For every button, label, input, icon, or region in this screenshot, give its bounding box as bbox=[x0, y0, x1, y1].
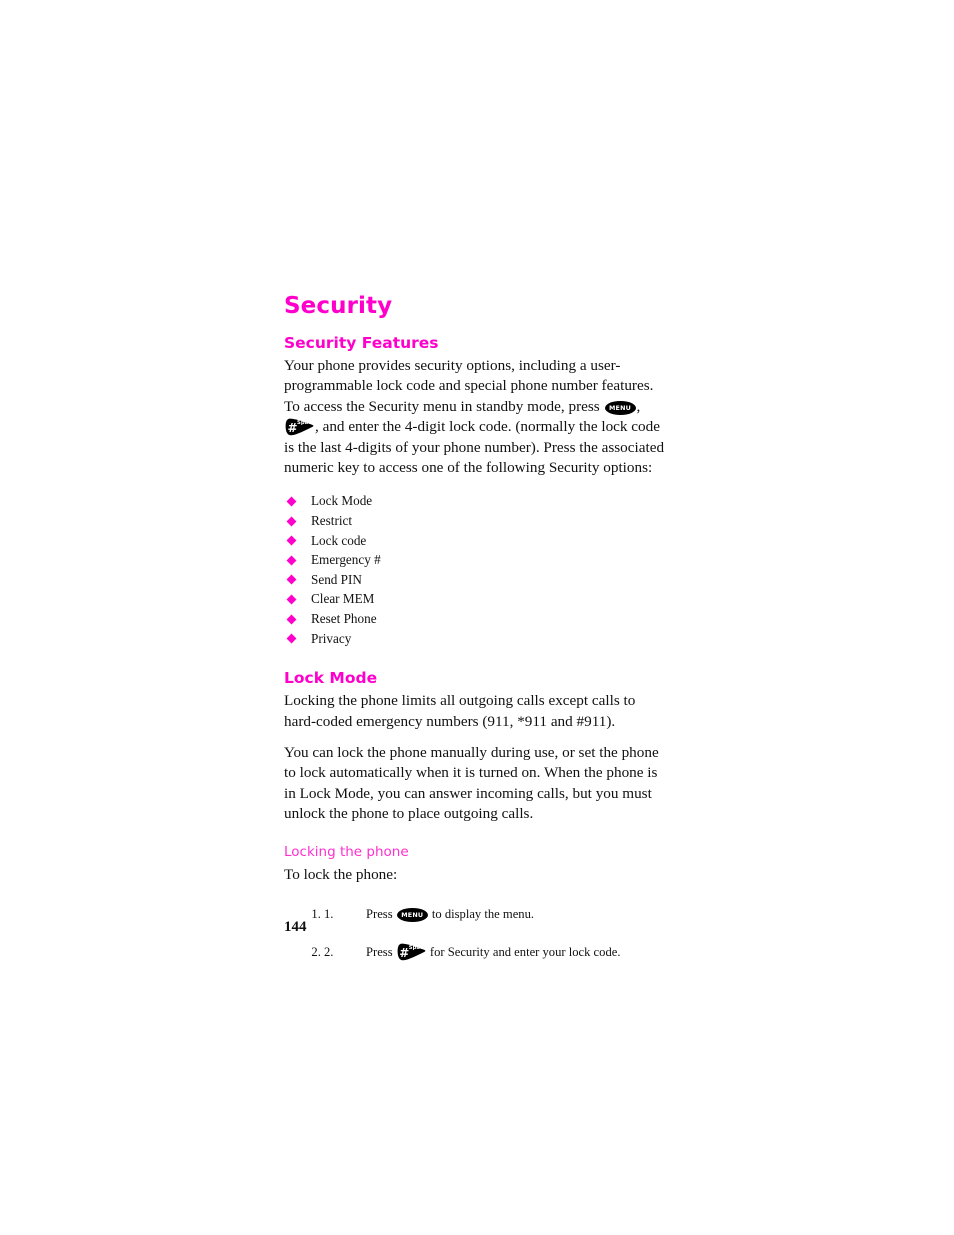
page-content: Security Security Features Your phone pr… bbox=[284, 292, 666, 982]
diamond-bullet-icon bbox=[286, 633, 297, 644]
menu-key-icon: MENU bbox=[604, 400, 636, 415]
heading-lock-mode: Lock Mode bbox=[284, 669, 378, 688]
list-item: Restrict bbox=[284, 511, 666, 531]
page-number: 144 bbox=[284, 919, 307, 935]
list-item-label: Lock Mode bbox=[311, 493, 373, 509]
step-item: 2. Press #Space for Security and enter yo… bbox=[324, 943, 666, 962]
list-item-label: Reset Phone bbox=[311, 611, 377, 626]
diamond-bullet-icon bbox=[286, 614, 297, 624]
diamond-bullet-icon bbox=[286, 555, 297, 566]
step-number: 1. bbox=[324, 907, 334, 922]
list-item: Clear MEM bbox=[284, 589, 666, 609]
list-item-label: Lock code bbox=[311, 532, 367, 548]
lock-mode-paragraph-1: Locking the phone limits all outgoing ca… bbox=[284, 692, 636, 730]
step-text-before-key: Press bbox=[366, 907, 396, 922]
list-item-label: Clear MEM bbox=[311, 591, 375, 607]
diamond-bullet-icon bbox=[286, 496, 297, 507]
hash-space-key-icon: # Space bbox=[285, 418, 316, 437]
page-title: Security bbox=[284, 293, 393, 319]
diamond-bullet-icon bbox=[286, 516, 297, 526]
subheading-locking-the-phone: Locking the phone bbox=[284, 843, 409, 860]
intro-text-part-1: Your phone provides security options, in… bbox=[284, 357, 654, 415]
hash-space-key-icon: # Space bbox=[397, 943, 427, 962]
step-item: 1. Press MENU to display the menu. bbox=[324, 905, 666, 923]
menu-key-label: MENU bbox=[608, 403, 632, 412]
diamond-bullet-icon bbox=[286, 594, 297, 605]
locking-the-phone-steps: 1. Press MENU to display the menu. 2. Pres… bbox=[284, 905, 666, 962]
space-key-label: Space bbox=[297, 419, 316, 426]
space-key-label: Space bbox=[408, 944, 427, 951]
step-text-after-key: for Security and enter your lock code. bbox=[426, 945, 621, 960]
list-item: Lock code bbox=[284, 531, 666, 551]
document-page: Security Security Features Your phone pr… bbox=[0, 0, 954, 1235]
list-item-label: Privacy bbox=[311, 630, 352, 646]
intro-text-part-3: , and enter the 4-digit lock code. (norm… bbox=[284, 418, 665, 477]
security-features-intro-paragraph: Your phone provides security options, in… bbox=[284, 356, 666, 478]
diamond-bullet-icon bbox=[286, 535, 297, 546]
list-item: Reset Phone bbox=[284, 609, 666, 629]
list-item: Privacy bbox=[284, 629, 666, 649]
list-item-label: Send PIN bbox=[311, 571, 362, 587]
step-number: 2. bbox=[324, 945, 334, 960]
list-item: Lock Mode bbox=[284, 491, 666, 511]
diamond-bullet-icon bbox=[286, 574, 297, 585]
security-options-list: Lock Mode Restrict Lock code Emergency #… bbox=[284, 491, 666, 648]
heading-security-features: Security Features bbox=[284, 334, 439, 352]
intro-text-part-2: , bbox=[636, 397, 641, 415]
list-item-label: Emergency # bbox=[311, 552, 381, 568]
menu-key-label: MENU bbox=[401, 910, 424, 919]
step-text-before-key: Press bbox=[366, 945, 396, 960]
menu-key-icon: MENU bbox=[396, 908, 428, 923]
list-item: Send PIN bbox=[284, 570, 666, 590]
list-item: Emergency # bbox=[284, 550, 666, 570]
step-text-after-key: to display the menu. bbox=[428, 907, 535, 922]
locking-the-phone-lead-in: To lock the phone: bbox=[284, 865, 398, 883]
list-item-label: Restrict bbox=[311, 513, 353, 529]
lock-mode-paragraph-2: You can lock the phone manually during u… bbox=[284, 744, 659, 823]
